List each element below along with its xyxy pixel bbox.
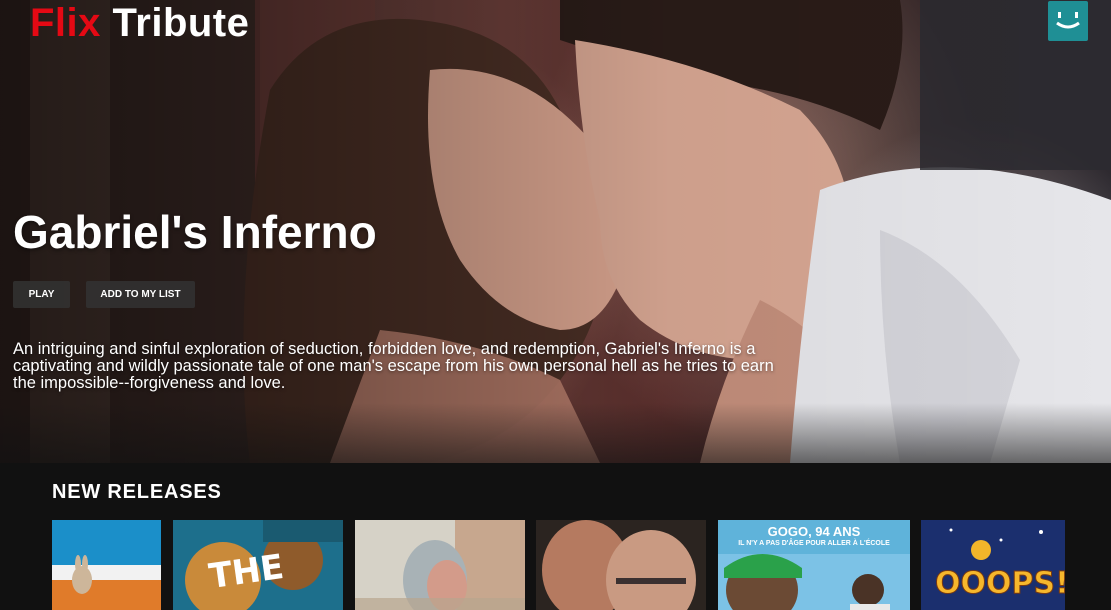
row-title: NEW RELEASES	[52, 481, 222, 503]
hero-bottom-fade	[0, 403, 1111, 463]
poster-1[interactable]	[52, 520, 161, 610]
poster-5[interactable]: GOGO, 94 ANS IL N'Y A PAS D'ÂGE POUR ALL…	[718, 520, 910, 610]
poster-5-title: GOGO, 94 ANS	[767, 524, 861, 539]
add-to-list-button[interactable]: ADD TO MY LIST	[86, 281, 195, 308]
poster-4[interactable]	[536, 520, 706, 610]
app-page: Flix Tribute Gabriel's Inferno PLAY ADD …	[0, 0, 1111, 610]
logo-tribute-text: Tribute	[112, 1, 250, 45]
poster-carousel: THE GOGO, 94 ANS IL N'Y A PAS D'ÂGE POUR…	[0, 520, 1111, 610]
poster-1-image	[52, 520, 161, 610]
profile-avatar[interactable]	[1048, 1, 1088, 41]
poster-3-image	[355, 520, 525, 610]
poster-6[interactable]: OOOPS!	[921, 520, 1065, 610]
poster-4-image	[536, 520, 706, 610]
featured-title: Gabriel's Inferno	[13, 206, 377, 258]
new-releases-row: NEW RELEASES THE GOGO, 94 ANS IL N'Y A P…	[0, 463, 1111, 610]
poster-5-subtitle: IL N'Y A PAS D'ÂGE POUR ALLER À L'ÉCOLE	[738, 540, 890, 547]
app-logo[interactable]: Flix Tribute	[30, 0, 249, 46]
poster-3[interactable]	[355, 520, 525, 610]
logo-flix-text: Flix	[30, 1, 101, 45]
poster-6-title: OOOPS!	[935, 566, 1065, 602]
poster-2[interactable]: THE	[173, 520, 343, 610]
smiley-icon	[1056, 12, 1080, 29]
play-button[interactable]: PLAY	[13, 281, 70, 308]
hero-banner: Flix Tribute Gabriel's Inferno PLAY ADD …	[0, 0, 1111, 463]
featured-description: An intriguing and sinful exploration of …	[13, 340, 774, 392]
